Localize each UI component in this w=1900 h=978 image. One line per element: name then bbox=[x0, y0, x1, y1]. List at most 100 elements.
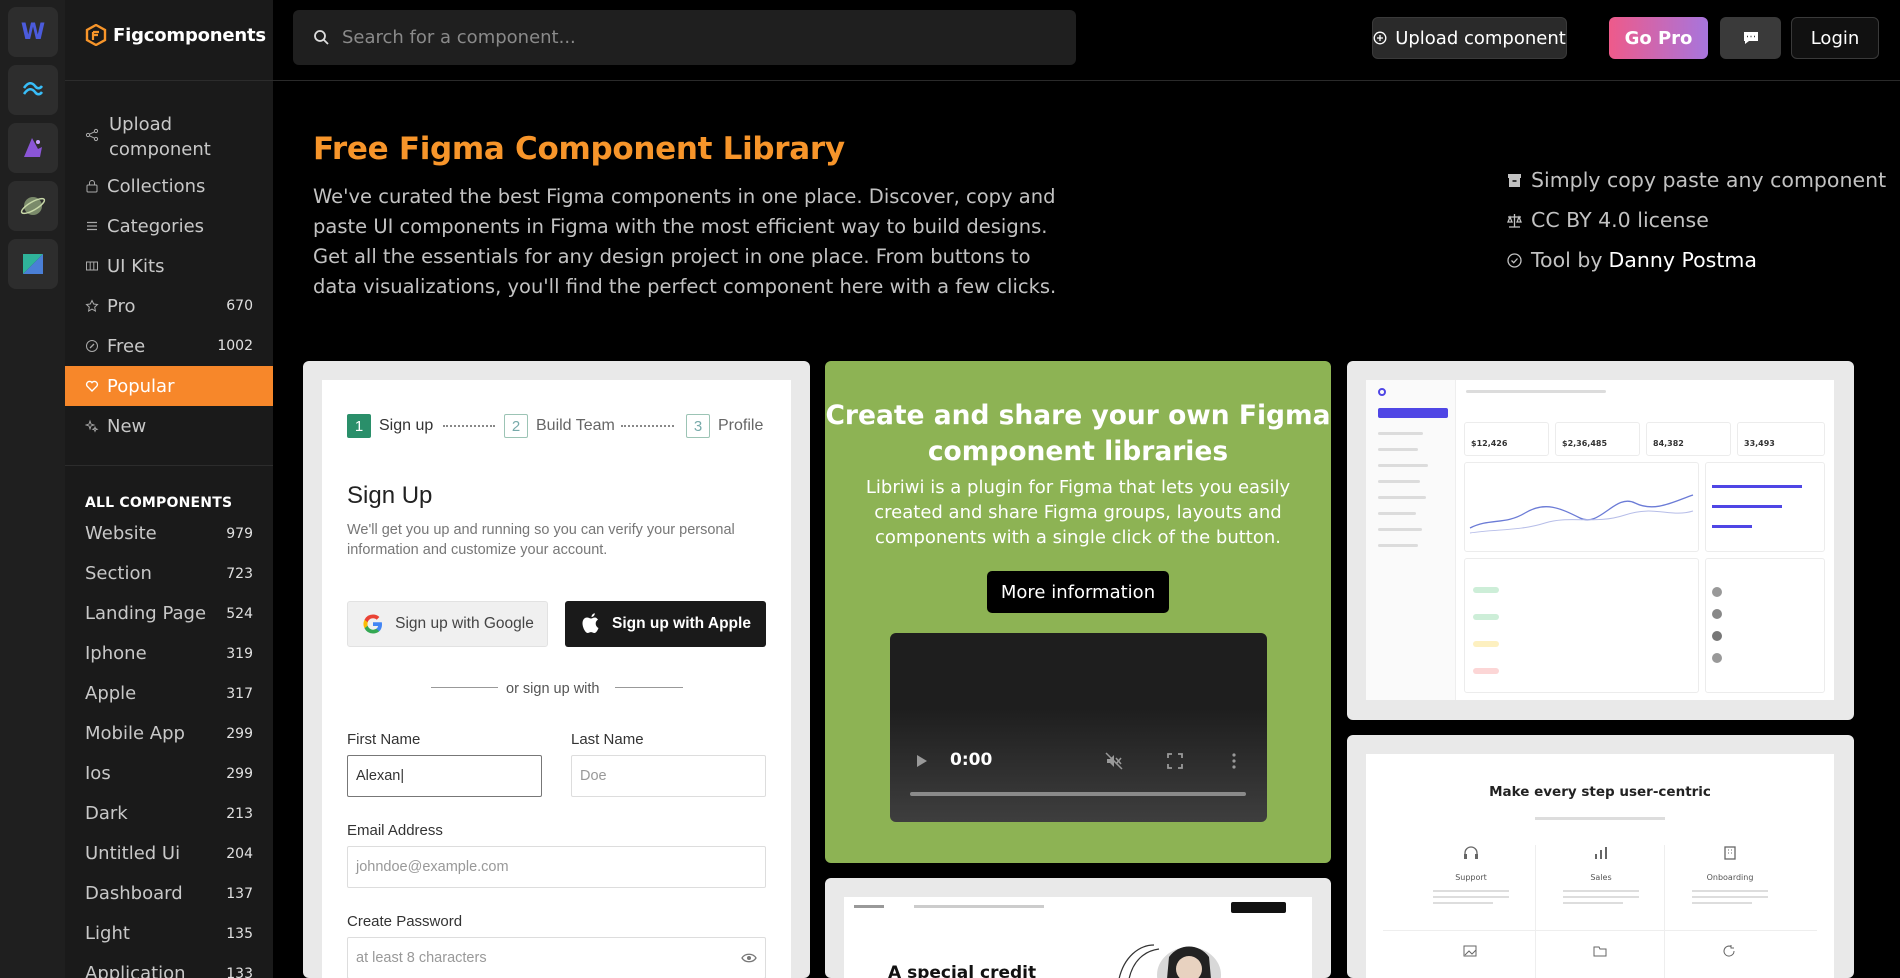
nav-pro[interactable]: Pro 670 bbox=[65, 292, 273, 320]
category-label: Ios bbox=[85, 763, 111, 784]
author-link[interactable]: Danny Postma bbox=[1608, 248, 1756, 272]
nav-new[interactable]: New bbox=[65, 412, 273, 440]
badge-icon bbox=[85, 339, 99, 353]
dashboard-preview: $12,426 $2,36,485 84,382 33,493 bbox=[1366, 380, 1834, 700]
category-item[interactable]: Website 979 bbox=[85, 523, 253, 544]
google-signup-button: Sign up with Google bbox=[347, 601, 548, 647]
feature-sales: Sales bbox=[1590, 873, 1612, 882]
search-bar[interactable] bbox=[293, 10, 1076, 65]
upload-label: Upload component bbox=[1395, 27, 1566, 49]
fullscreen-icon[interactable] bbox=[1166, 752, 1184, 770]
app-rail: W bbox=[0, 0, 65, 978]
star-icon bbox=[85, 299, 99, 313]
nav-free[interactable]: Free 1002 bbox=[65, 332, 273, 360]
nav-label: Pro bbox=[107, 295, 136, 317]
folder-icon bbox=[1593, 946, 1607, 957]
planet-icon[interactable] bbox=[8, 181, 58, 231]
portrait-illustration bbox=[1118, 944, 1221, 978]
divider bbox=[65, 80, 273, 81]
search-input[interactable] bbox=[342, 27, 1042, 48]
video-progress-bar[interactable] bbox=[910, 792, 1246, 796]
password-label: Create Password bbox=[347, 913, 463, 930]
webflow-icon[interactable]: W bbox=[8, 7, 58, 57]
video-time: 0:00 bbox=[950, 750, 993, 770]
more-options-icon[interactable] bbox=[1225, 752, 1243, 770]
building-icon bbox=[1724, 846, 1736, 860]
nav-ui-kits[interactable]: UI Kits bbox=[65, 252, 273, 280]
category-count: 135 bbox=[226, 925, 253, 942]
step-number: 2 bbox=[504, 414, 528, 438]
page-description: We've curated the best Figma components … bbox=[313, 185, 1057, 298]
features-preview-subtitle bbox=[1366, 805, 1834, 824]
columns-icon bbox=[85, 259, 99, 273]
more-information-button[interactable]: More information bbox=[987, 571, 1169, 613]
category-label: Apple bbox=[85, 683, 137, 704]
play-icon[interactable] bbox=[912, 752, 930, 770]
category-item[interactable]: Mobile App 299 bbox=[85, 723, 253, 744]
kite-icon[interactable] bbox=[8, 239, 58, 289]
category-item[interactable]: Ios 299 bbox=[85, 763, 253, 784]
login-button[interactable]: Login bbox=[1791, 17, 1879, 59]
plus-circle-icon bbox=[1373, 31, 1387, 45]
nav-collections[interactable]: Collections bbox=[65, 172, 273, 200]
nav-count: 670 bbox=[226, 298, 253, 314]
step-connector bbox=[621, 425, 674, 427]
email-field: johndoe@example.com bbox=[347, 846, 766, 888]
list-icon bbox=[85, 219, 99, 233]
feature-text-lines bbox=[1692, 890, 1768, 904]
divider bbox=[1535, 845, 1536, 978]
google-icon bbox=[363, 614, 383, 634]
step-number: 1 bbox=[347, 414, 371, 438]
category-item[interactable]: Dark 213 bbox=[85, 803, 253, 824]
step-connector bbox=[443, 425, 495, 427]
nav-label: Categories bbox=[107, 215, 205, 237]
category-item[interactable]: Landing Page 524 bbox=[85, 603, 253, 624]
scale-icon bbox=[1507, 213, 1522, 228]
category-item[interactable]: Section 723 bbox=[85, 563, 253, 584]
category-item[interactable]: Apple 317 bbox=[85, 683, 253, 704]
nav-label: Free bbox=[107, 335, 146, 357]
divider bbox=[1383, 930, 1817, 931]
feature-text: CC BY 4.0 license bbox=[1531, 208, 1709, 232]
or-text: or sign up with bbox=[506, 681, 600, 697]
category-item[interactable]: Iphone 319 bbox=[85, 643, 253, 664]
signup-subtext: We'll get you up and running so you can … bbox=[347, 522, 735, 558]
feature-text: Tool by bbox=[1531, 248, 1603, 272]
category-item[interactable]: Application 133 bbox=[85, 963, 253, 978]
signup-preview bbox=[322, 380, 791, 978]
wizard-icon[interactable] bbox=[8, 123, 58, 173]
stat-value: 84,382 bbox=[1653, 439, 1684, 448]
sparkle-icon bbox=[85, 419, 99, 433]
feature-item: Simply copy paste any component bbox=[1506, 160, 1886, 200]
signup-heading: Sign Up bbox=[347, 482, 433, 509]
video-player[interactable]: 0:00 bbox=[890, 633, 1267, 822]
category-label: Untitled Ui bbox=[85, 843, 181, 864]
feature-list: Simply copy paste any component CC BY 4.… bbox=[1506, 160, 1886, 280]
category-item[interactable]: Dashboard 137 bbox=[85, 883, 253, 904]
nav-label: Collections bbox=[107, 175, 206, 197]
nav-label: Popular bbox=[107, 375, 175, 397]
feature-support: Support bbox=[1455, 873, 1487, 882]
step-label: Sign up bbox=[379, 417, 434, 434]
nav-upload-component[interactable]: Upload component bbox=[65, 112, 273, 160]
stat-card: 84,382 bbox=[1646, 422, 1731, 456]
feature-text-lines bbox=[1563, 890, 1639, 904]
last-name-field: Doe bbox=[571, 755, 766, 797]
tailwind-icon[interactable] bbox=[8, 65, 58, 115]
category-item[interactable]: Untitled Ui 204 bbox=[85, 843, 253, 864]
chat-button[interactable] bbox=[1720, 17, 1781, 59]
upload-component-button[interactable]: Upload component bbox=[1372, 17, 1567, 59]
password-field: at least 8 characters bbox=[347, 937, 766, 978]
category-count: 299 bbox=[226, 725, 253, 742]
category-count: 723 bbox=[226, 565, 253, 582]
go-pro-button[interactable]: Go Pro bbox=[1609, 17, 1708, 59]
nav-popular[interactable]: Popular bbox=[65, 366, 273, 406]
mute-icon[interactable] bbox=[1105, 752, 1123, 770]
category-item[interactable]: Light 135 bbox=[85, 923, 253, 944]
category-label: Light bbox=[85, 923, 130, 944]
nav-categories[interactable]: Categories bbox=[65, 212, 273, 240]
last-name-label: Last Name bbox=[571, 731, 644, 748]
brand[interactable]: Figcomponents bbox=[85, 24, 266, 46]
search-icon bbox=[314, 30, 329, 45]
google-label: Sign up with Google bbox=[395, 615, 534, 632]
